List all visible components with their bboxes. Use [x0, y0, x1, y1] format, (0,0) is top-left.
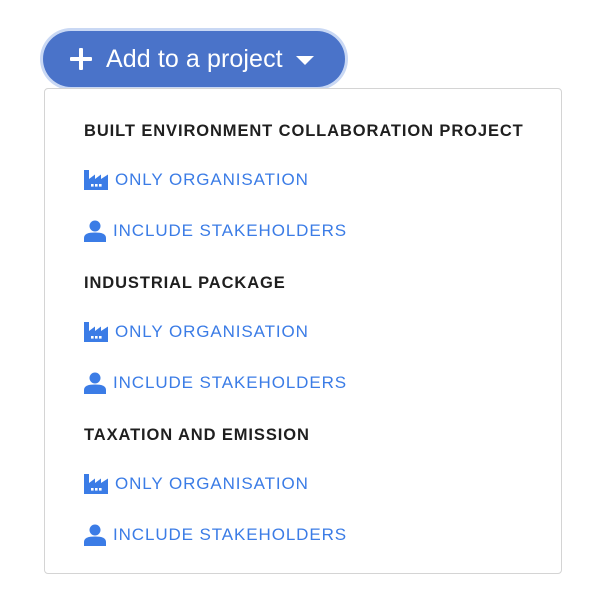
option-label: ONLY ORGANISATION	[115, 322, 309, 341]
factory-icon	[83, 169, 109, 191]
add-to-project-button[interactable]: Add to a project	[40, 28, 348, 90]
factory-icon	[83, 473, 109, 495]
add-to-project-button-body[interactable]: Add to a project	[43, 31, 345, 87]
caret-down-icon	[295, 56, 314, 65]
option-only-organisation[interactable]: ONLY ORGANISATION	[83, 321, 309, 343]
option-label: INCLUDE STAKEHOLDERS	[113, 221, 348, 240]
project-title: TAXATION AND EMISSION	[84, 426, 310, 444]
factory-icon	[83, 321, 109, 343]
person-icon	[84, 220, 106, 242]
option-label: INCLUDE STAKEHOLDERS	[113, 373, 348, 392]
option-include-stakeholders[interactable]: INCLUDE STAKEHOLDERS	[83, 372, 347, 394]
person-icon	[84, 372, 106, 394]
option-only-organisation[interactable]: ONLY ORGANISATION	[83, 473, 309, 495]
option-label: ONLY ORGANISATION	[115, 474, 309, 493]
project-title: INDUSTRIAL PACKAGE	[84, 274, 286, 292]
option-include-stakeholders[interactable]: INCLUDE STAKEHOLDERS	[83, 220, 347, 242]
option-include-stakeholders[interactable]: INCLUDE STAKEHOLDERS	[83, 524, 347, 546]
option-only-organisation[interactable]: ONLY ORGANISATION	[83, 169, 309, 191]
plus-icon	[70, 48, 92, 70]
option-label: ONLY ORGANISATION	[115, 170, 309, 189]
project-title: BUILT ENVIRONMENT COLLABORATION PROJECT	[84, 122, 524, 140]
project-dropdown-menu: BUILT ENVIRONMENT COLLABORATION PROJECT …	[44, 88, 562, 574]
add-to-project-label: Add to a project	[106, 44, 283, 73]
person-icon	[84, 524, 106, 546]
add-to-project-widget: Add to a project BUILT ENVIRONMENT COLLA…	[0, 0, 592, 612]
option-label: INCLUDE STAKEHOLDERS	[113, 525, 348, 544]
